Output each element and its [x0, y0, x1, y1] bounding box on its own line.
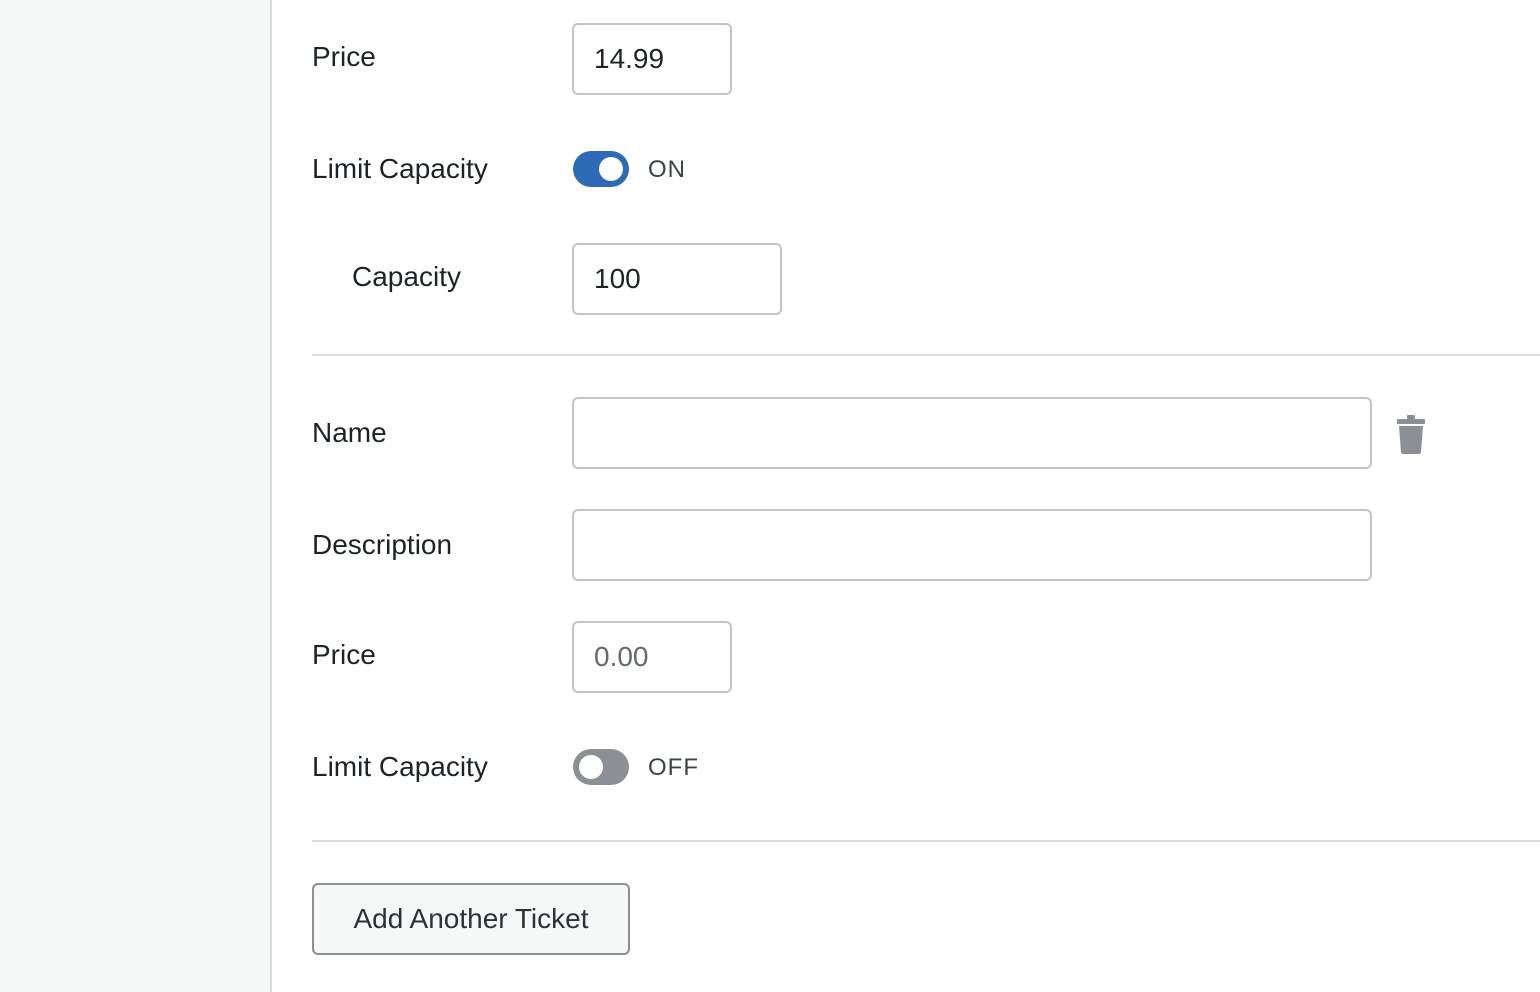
ticket1-capacity-label: Capacity	[352, 261, 461, 292]
ticket1-limit-capacity-label: Limit Capacity	[312, 153, 488, 184]
toggle-knob	[599, 157, 623, 181]
ticket2-price-input[interactable]	[572, 621, 732, 693]
ticket2-name-input[interactable]	[572, 397, 1372, 469]
ticket1-capacity-input[interactable]	[572, 243, 782, 315]
ticket2-name-label: Name	[312, 417, 387, 448]
ticket-divider	[312, 354, 1540, 356]
ticket2-limit-capacity-toggle[interactable]	[573, 749, 629, 785]
ticket1-price-input[interactable]	[572, 23, 732, 95]
ticket-divider	[312, 840, 1540, 842]
ticket1-price-label: Price	[312, 41, 376, 72]
add-another-ticket-button[interactable]: Add Another Ticket	[312, 883, 630, 955]
ticket1-limit-capacity-toggle[interactable]	[573, 151, 629, 187]
trash-icon-graphic	[1397, 415, 1425, 454]
trash-icon[interactable]	[1394, 414, 1428, 454]
left-sidebar	[0, 0, 272, 992]
ticket-editor: Price Limit Capacity ON Capacity Name De…	[272, 0, 1540, 992]
ticket2-limit-capacity-state: OFF	[648, 754, 699, 781]
ticket2-price-label: Price	[312, 639, 376, 670]
toggle-knob	[579, 755, 603, 779]
ticket2-limit-capacity-label: Limit Capacity	[312, 751, 488, 782]
ticket1-limit-capacity-state: ON	[648, 156, 686, 183]
ticket2-description-label: Description	[312, 529, 453, 560]
ticket2-description-input[interactable]	[572, 509, 1372, 581]
